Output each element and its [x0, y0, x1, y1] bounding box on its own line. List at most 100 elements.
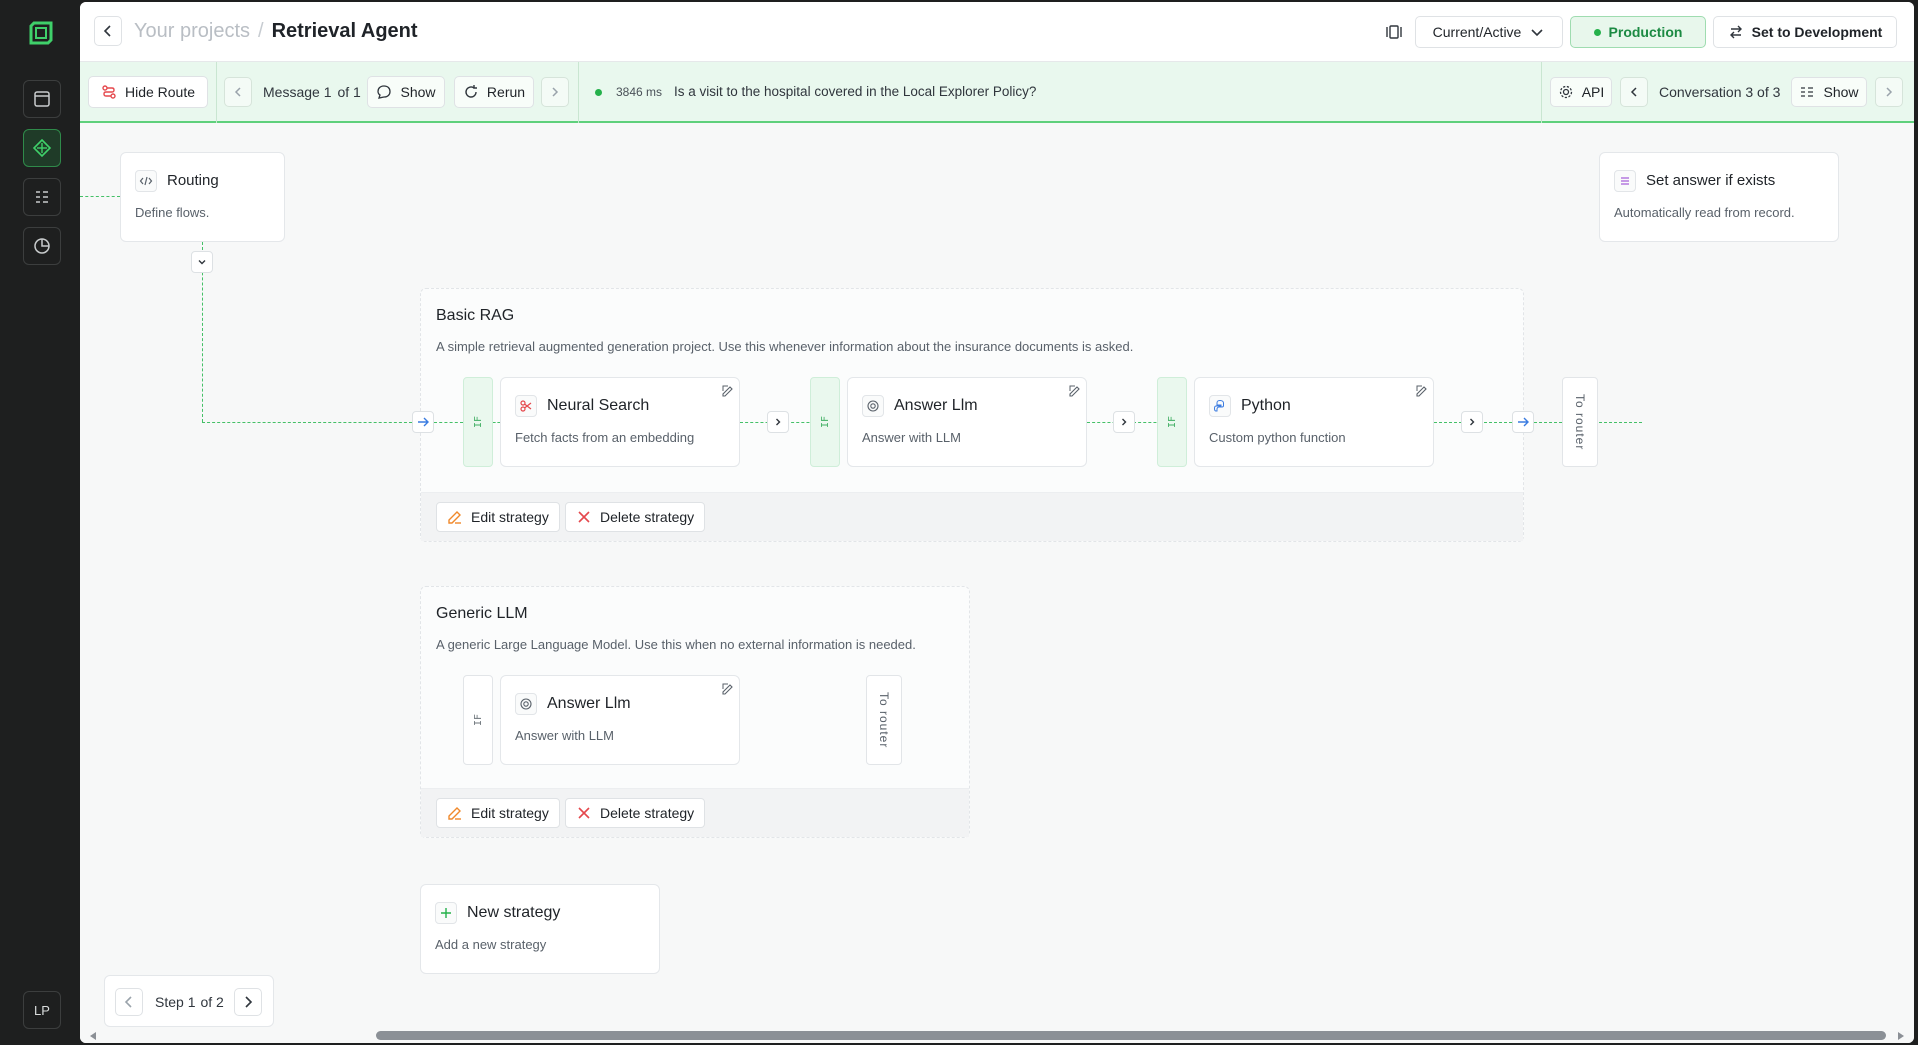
node-python[interactable]: Python Custom python function: [1194, 377, 1434, 467]
hide-route-label: Hide Route: [124, 84, 196, 100]
rerun-button[interactable]: Rerun: [454, 76, 534, 108]
sidebar-item-projects[interactable]: [23, 80, 61, 118]
list-icon: [1801, 87, 1814, 97]
hide-route-button[interactable]: Hide Route: [88, 76, 208, 108]
edit-node-icon[interactable]: [1068, 384, 1082, 398]
query-text: Is a visit to the hospital covered in th…: [674, 84, 1037, 99]
expand-routing-button[interactable]: [191, 251, 213, 273]
new-strategy-subtitle: Add a new strategy: [435, 937, 547, 952]
breadcrumb-parent[interactable]: Your projects: [134, 20, 250, 43]
delete-strategy-button[interactable]: Delete strategy: [565, 502, 706, 532]
show-conversation-button[interactable]: Show: [1791, 77, 1867, 107]
strategy-description: A generic Large Language Model. Use this…: [436, 637, 916, 652]
new-strategy-card[interactable]: New strategy Add a new strategy: [420, 884, 660, 974]
prev-message-button[interactable]: [224, 77, 252, 107]
divider: [216, 62, 217, 123]
condition-if[interactable]: IF: [810, 377, 840, 467]
prev-conversation-button[interactable]: [1620, 77, 1648, 107]
status-dot: [1593, 28, 1601, 36]
edit-strategy-button[interactable]: Edit strategy: [436, 502, 560, 532]
sidebar-item-analytics[interactable]: [23, 227, 61, 265]
close-icon: [578, 511, 590, 523]
routing-subtitle: Define flows.: [135, 205, 210, 220]
scroll-right-icon[interactable]: [1896, 1031, 1906, 1041]
next-message-button[interactable]: [541, 77, 569, 107]
prev-step-button[interactable]: [115, 988, 143, 1016]
set-answer-node[interactable]: Set answer if exists Automatically read …: [1599, 152, 1839, 242]
condition-if[interactable]: IF: [1157, 377, 1187, 467]
to-router-node[interactable]: To router: [866, 675, 902, 765]
chevron-down-icon: [1531, 29, 1543, 37]
condition-if[interactable]: IF: [463, 377, 493, 467]
sidebar-item-flow[interactable]: [23, 129, 61, 167]
top-bar: Your projects / Retrieval Agent Current/…: [80, 2, 1914, 62]
delete-strategy-label: Delete strategy: [600, 805, 695, 821]
scroll-left-icon[interactable]: [88, 1031, 98, 1041]
next-conversation-button[interactable]: [1875, 77, 1903, 107]
message-of: of 1: [337, 84, 361, 100]
app-logo[interactable]: [28, 20, 54, 46]
set-answer-subtitle: Automatically read from record.: [1614, 205, 1795, 220]
chevron-down-icon: [198, 260, 206, 265]
strategy-description: A simple retrieval augmented generation …: [436, 339, 1134, 354]
debug-bar: Hide Route Message 1 of 1 Show Rerun 384…: [80, 62, 1914, 123]
show-label: Show: [400, 84, 436, 100]
chevron-left-icon: [103, 25, 111, 37]
edit-strategy-button[interactable]: Edit strategy: [436, 798, 560, 828]
delete-strategy-label: Delete strategy: [600, 509, 695, 525]
next-step-button[interactable]: [234, 988, 262, 1016]
show-message-button[interactable]: Show: [367, 76, 445, 108]
step-of: of 2: [200, 994, 224, 1010]
step-counter: Step 1 of 2: [155, 994, 224, 1010]
page-title: Retrieval Agent: [271, 20, 418, 42]
breadcrumb-separator: /: [258, 20, 264, 42]
list-icon: [36, 191, 48, 203]
close-icon: [578, 807, 590, 819]
step-navigator: Step 1 of 2: [104, 975, 274, 1027]
edit-icon: [448, 807, 461, 820]
strategy-title: Generic LLM: [436, 605, 528, 622]
code-icon: [135, 170, 157, 192]
production-button[interactable]: Production: [1570, 16, 1706, 48]
delete-strategy-button[interactable]: Delete strategy: [565, 798, 706, 828]
to-router-node[interactable]: To router: [1562, 377, 1598, 467]
scrollbar-thumb[interactable]: [376, 1031, 1886, 1040]
text-lines-icon: [1614, 170, 1636, 192]
flow-exit-arrow: [1512, 411, 1534, 433]
sidebar-item-records[interactable]: [23, 178, 61, 216]
edit-node-icon[interactable]: [721, 384, 735, 398]
routing-node[interactable]: Routing Define flows.: [120, 152, 285, 242]
if-label: IF: [819, 415, 831, 429]
chevron-left-icon: [124, 996, 132, 1008]
next-step-arrow[interactable]: [767, 411, 789, 433]
user-avatar[interactable]: LP: [23, 991, 61, 1029]
calendar-icon: [34, 91, 50, 107]
production-label: Production: [1608, 24, 1683, 40]
breadcrumb: Your projects / Retrieval Agent: [134, 20, 418, 43]
edit-node-icon[interactable]: [1415, 384, 1429, 398]
panel-toggle-icon[interactable]: [1385, 23, 1403, 41]
node-title: Neural Search: [547, 397, 650, 414]
chevron-right-icon: [1886, 87, 1893, 97]
if-label: IF: [472, 713, 484, 727]
connector-line: [202, 422, 412, 423]
edit-node-icon[interactable]: [721, 682, 735, 696]
next-step-arrow[interactable]: [1461, 411, 1483, 433]
node-answer-llm[interactable]: Answer Llm Answer with LLM: [500, 675, 740, 765]
chevron-right-icon: [1122, 418, 1127, 426]
back-button[interactable]: [94, 16, 122, 46]
node-title: Answer Llm: [894, 397, 978, 414]
next-step-arrow[interactable]: [1113, 411, 1135, 433]
condition-if[interactable]: IF: [463, 675, 493, 765]
chat-bubble-icon: [377, 85, 392, 99]
set-to-development-label: Set to Development: [1751, 24, 1883, 40]
route-icon: [102, 85, 116, 99]
routing-title: Routing: [167, 172, 219, 189]
node-neural-search[interactable]: Neural Search Fetch facts from an embedd…: [500, 377, 740, 467]
set-to-development-button[interactable]: Set to Development: [1713, 16, 1897, 48]
api-button[interactable]: API: [1550, 77, 1612, 107]
version-select[interactable]: Current/Active: [1415, 16, 1563, 48]
latency: 3846 ms: [616, 85, 663, 99]
horizontal-scrollbar[interactable]: [80, 1028, 1914, 1043]
node-answer-llm[interactable]: Answer Llm Answer with LLM: [847, 377, 1087, 467]
